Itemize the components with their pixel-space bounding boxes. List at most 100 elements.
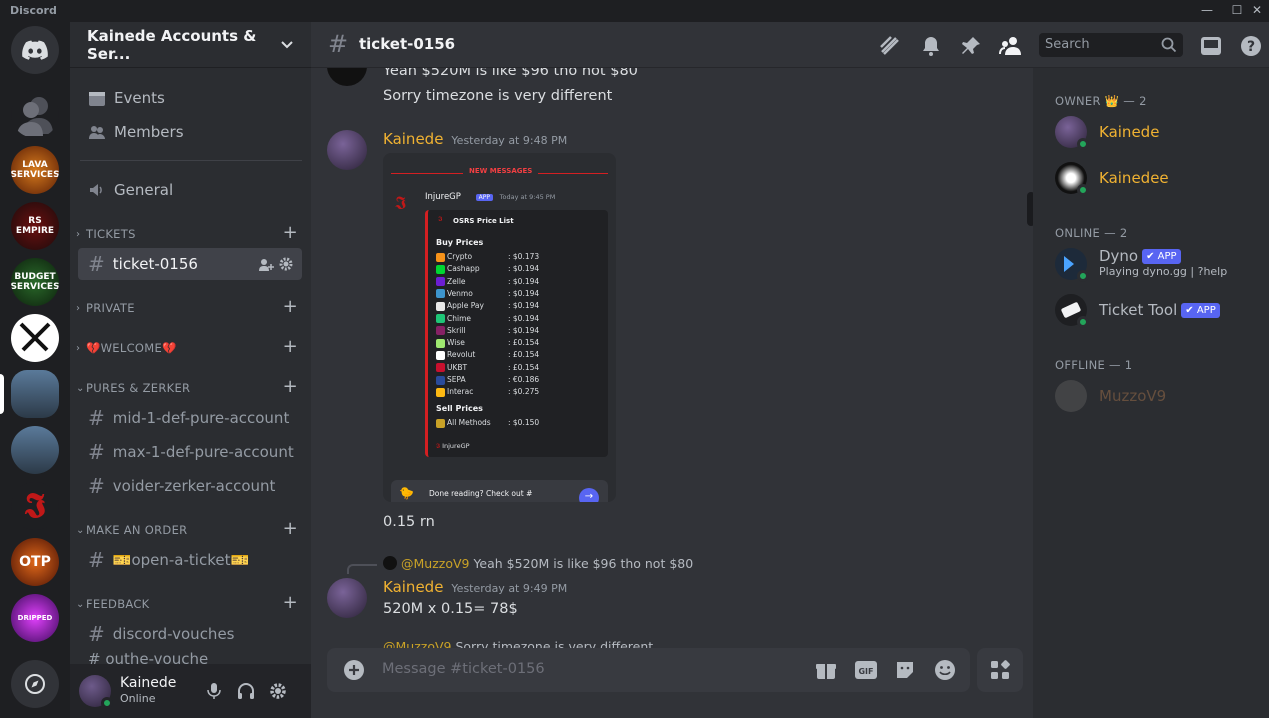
home-button[interactable] (11, 26, 59, 74)
author-name[interactable]: Kainede (383, 578, 443, 596)
close-button[interactable]: ✕ (1246, 0, 1268, 22)
emoji-icon[interactable] (934, 659, 956, 681)
add-channel-icon[interactable]: + (283, 336, 298, 357)
add-channel-icon[interactable]: + (283, 222, 298, 243)
inbox-icon[interactable] (1199, 34, 1223, 58)
reply-preview[interactable]: @MuzzoV9 Yeah $520M is like $96 tho not … (383, 556, 693, 571)
guild-injure[interactable]: 𝕴 (11, 482, 59, 530)
bot-name: InjureGP (425, 192, 461, 202)
member-kainedee[interactable]: Kainedee (1055, 158, 1255, 198)
add-attachment-icon[interactable] (343, 659, 365, 681)
avatar (1055, 294, 1089, 328)
channel-title: ticket-0156 (359, 35, 456, 53)
member-dyno[interactable]: Dyno ✔ APP Playing dyno.gg | ?help (1055, 244, 1255, 284)
price-row: Wise: £0.154 (436, 338, 606, 350)
explore-button[interactable] (11, 660, 59, 708)
microphone-icon[interactable] (206, 682, 222, 700)
online-status-dot (1077, 184, 1089, 196)
channel-voider[interactable]: # voider-zerker-account (78, 470, 302, 502)
threads-icon[interactable] (878, 34, 902, 58)
caret-icon: ⌄ (76, 598, 85, 610)
speaker-icon (90, 184, 102, 196)
guild-budget-services[interactable]: BUDGET SERVICES (11, 258, 59, 306)
member-list-icon[interactable] (999, 34, 1023, 58)
dm-avatar[interactable] (11, 90, 59, 138)
category-tickets[interactable]: › TICKETS + (76, 222, 298, 244)
reply-avatar (383, 556, 397, 570)
nav-events[interactable]: Events (80, 82, 302, 114)
arrow-right-icon: → (579, 488, 599, 502)
minimize-button[interactable]: — (1192, 0, 1222, 22)
channel-max-pure[interactable]: # max-1-def-pure-account (78, 436, 302, 468)
avatar[interactable] (79, 675, 113, 709)
avatar (1055, 380, 1087, 412)
add-channel-icon[interactable]: + (283, 376, 298, 397)
guild-kainede-active[interactable] (11, 370, 59, 418)
channel-mid-pure[interactable]: # mid-1-def-pure-account (78, 402, 302, 434)
add-channel-icon[interactable]: + (283, 296, 298, 317)
user-status: Online (120, 692, 156, 705)
channel-open-ticket[interactable]: # 🎫open-a-ticket🎫 (78, 544, 302, 576)
channel-vouches[interactable]: # discord-vouches (78, 618, 302, 650)
title-bar: Discord — ☐ ✕ (0, 0, 1269, 22)
channel-ticket-0156[interactable]: # ticket-0156 (78, 248, 302, 280)
payment-method-icon (436, 264, 445, 274)
category-pures[interactable]: ⌄ PURES & ZERKER + (76, 376, 298, 398)
reply-text: Yeah $520M is like $96 tho not $80 (473, 556, 694, 571)
pin-icon[interactable] (959, 34, 983, 58)
guild-rs-empire[interactable]: RS EMPIRE (11, 202, 59, 250)
online-header: ONLINE — 2 (1055, 226, 1128, 240)
guild-swords[interactable] (11, 314, 59, 362)
channel-label: 🎫open-a-ticket🎫 (112, 551, 250, 569)
avatar[interactable] (327, 130, 367, 170)
gif-icon[interactable]: GIF (854, 659, 878, 681)
apps-button[interactable] (977, 648, 1023, 692)
embed-logo: 𝕴 (438, 215, 443, 223)
payment-method: Apple Pay (447, 301, 484, 311)
voice-channel-general[interactable]: General (80, 174, 302, 206)
bell-icon[interactable] (919, 34, 943, 58)
channel-label: max-1-def-pure-account (112, 443, 294, 461)
server-header[interactable]: Kainede Accounts & Ser... (70, 22, 311, 68)
member-ticket-tool[interactable]: Ticket Tool ✔ APP (1055, 290, 1255, 330)
guild-lava-services[interactable]: LAVA SERVICES (11, 146, 59, 194)
apps-icon (991, 660, 1010, 679)
add-channel-icon[interactable]: + (283, 592, 298, 613)
gift-icon[interactable] (815, 659, 837, 681)
payment-method-icon (436, 252, 445, 262)
sell-header: Sell Prices (436, 404, 483, 413)
sticker-icon[interactable] (894, 659, 916, 681)
category-welcome[interactable]: › 💔WELCOME💔 + (76, 336, 298, 358)
author-name[interactable]: Kainede (383, 130, 443, 148)
category-order[interactable]: ⌄ MAKE AN ORDER + (76, 518, 298, 540)
member-kainede[interactable]: Kainede (1055, 112, 1255, 152)
guild-otp[interactable]: OTP (11, 538, 59, 586)
headphones-icon[interactable] (237, 682, 255, 700)
category-private[interactable]: › PRIVATE + (76, 296, 298, 318)
guild-dripped[interactable]: DRIPPED (11, 594, 59, 642)
nav-members[interactable]: Members (80, 116, 302, 148)
add-channel-icon[interactable]: + (283, 518, 298, 539)
calendar-icon (89, 92, 105, 106)
category-label: PRIVATE (86, 301, 135, 315)
timestamp: Yesterday at 9:49 PM (451, 582, 568, 595)
channel-partial[interactable]: # outhe-vouche (78, 650, 302, 664)
message-composer[interactable]: Message #ticket-0156 GIF (327, 648, 970, 692)
avatar[interactable] (327, 578, 367, 618)
price-value: : £0.154 (508, 350, 540, 360)
payment-method: Crypto (447, 252, 473, 261)
main-area: # ticket-0156 Search ? Yeah $520M is lik… (311, 22, 1269, 718)
attached-image[interactable]: NEW MESSAGES 𝕴 InjureGP APP Today at 9:4… (383, 153, 616, 502)
price-value: : $0.194 (508, 301, 540, 311)
avatar[interactable] (327, 68, 367, 86)
guild-kainede-2[interactable] (11, 426, 59, 474)
offline-header: OFFLINE — 1 (1055, 358, 1133, 372)
search-input[interactable]: Search (1039, 33, 1183, 57)
online-status-dot (101, 697, 113, 709)
category-feedback[interactable]: ⌄ FEEDBACK + (76, 592, 298, 614)
member-name: Ticket Tool (1099, 301, 1178, 319)
member-muzzov9[interactable]: MuzzoV9 (1055, 376, 1255, 416)
settings-gear-icon[interactable] (269, 682, 287, 700)
embed-footer: 𝕴 InjureGP (436, 442, 470, 450)
help-icon[interactable]: ? (1239, 34, 1263, 58)
